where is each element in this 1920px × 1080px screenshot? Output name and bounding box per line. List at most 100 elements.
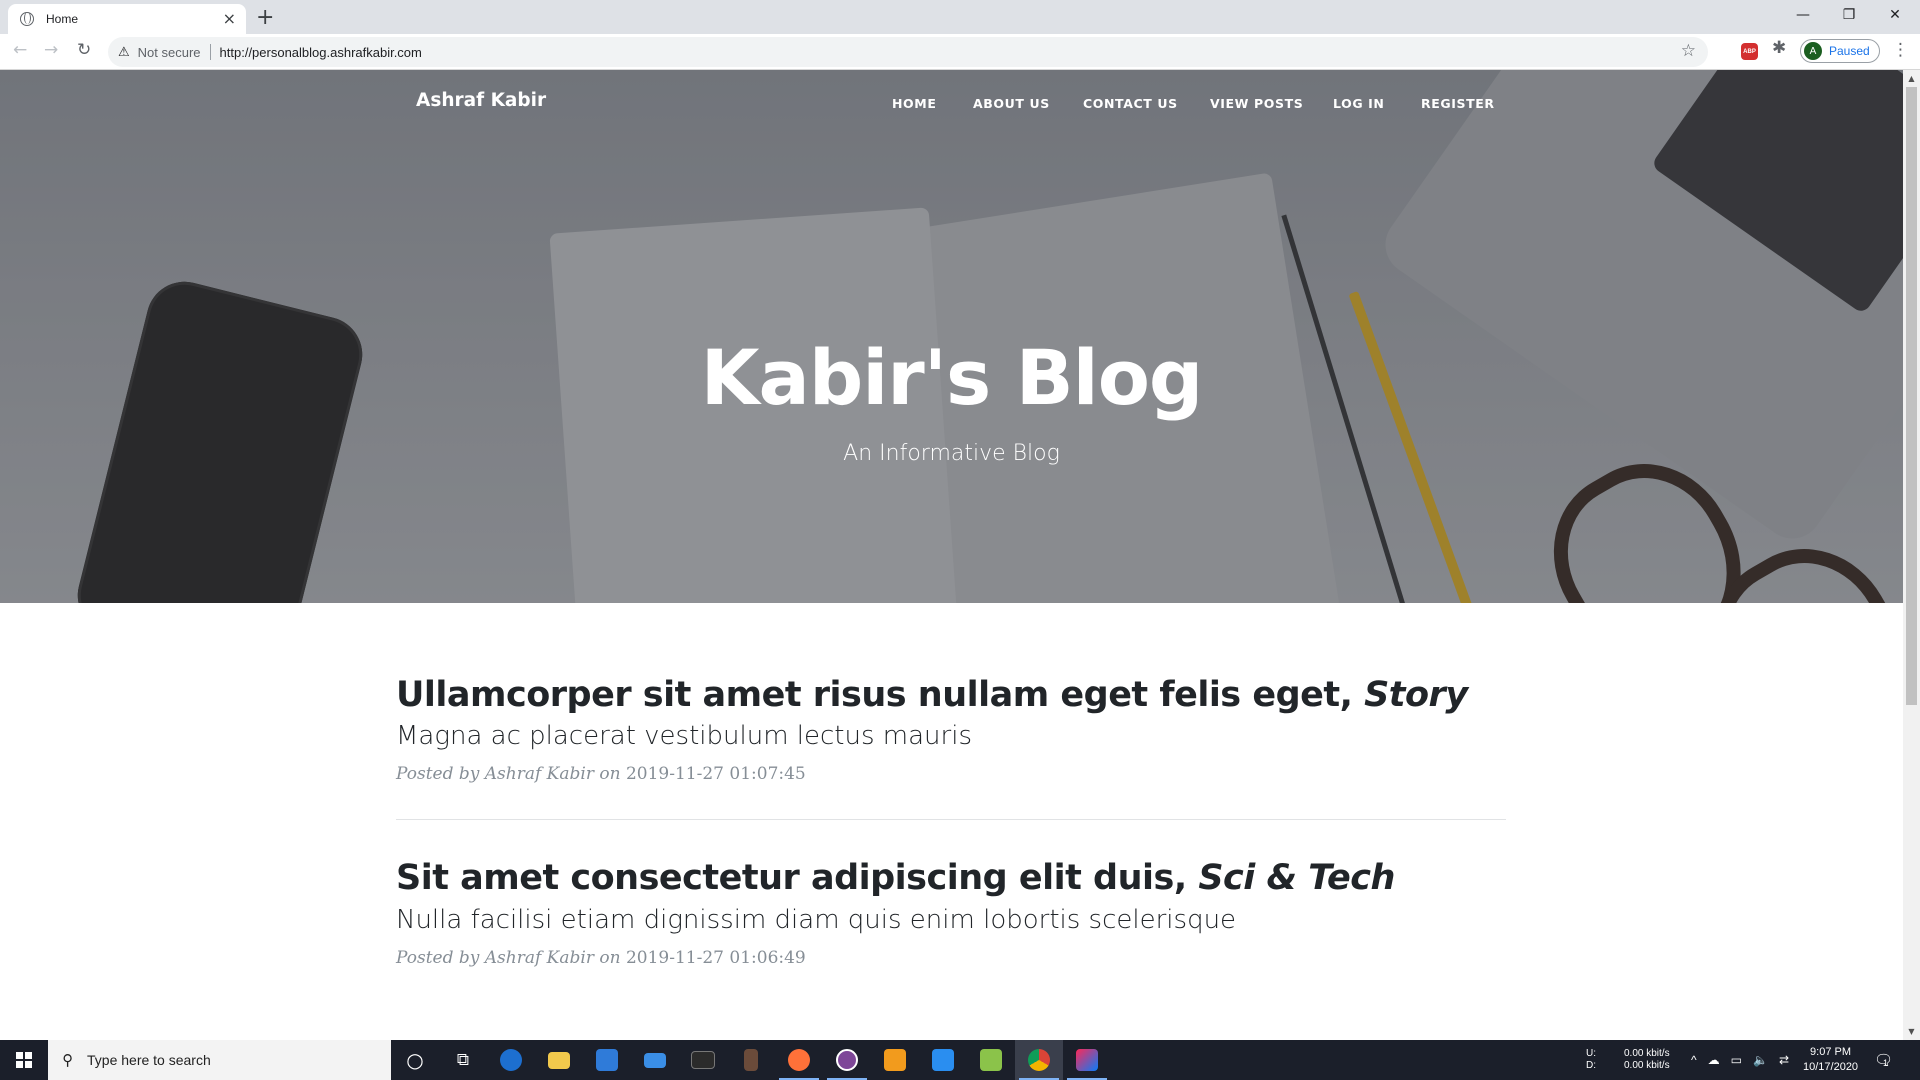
clock[interactable]: 9:07 PM 10/17/2020 [1803,1040,1858,1080]
reload-button[interactable]: ↻ [77,42,91,59]
terminal-icon [691,1051,715,1069]
forward-button[interactable]: → [44,42,58,59]
post-preview[interactable]: Ullamcorper sit amet risus nullam eget f… [396,675,1506,784]
nav-register[interactable]: REGISTER [1421,96,1495,111]
cortana-button[interactable]: ○ [391,1040,439,1080]
nav-home[interactable]: HOME [892,96,936,111]
system-tray-icons: ^ ☁ ▭ 🔈 ⇄ [1691,1040,1789,1080]
url-text[interactable]: http://personalblog.ashrafkabir.com [220,45,422,60]
nav-log-in[interactable]: LOG IN [1333,96,1384,111]
nav-about-us[interactable]: ABOUT US [973,96,1050,111]
scroll-down-arrow-icon[interactable]: ▼ [1903,1023,1920,1040]
notepad-icon [980,1049,1002,1071]
close-window-button[interactable]: ✕ [1872,0,1918,30]
taskbar-search-box[interactable]: ⚲ Type here to search [48,1040,391,1080]
mail-icon [644,1052,666,1068]
browser-menu-icon[interactable]: ⋮ [1892,42,1909,59]
post-list: Ullamcorper sit amet risus nullam eget f… [396,675,1506,968]
minimize-button[interactable]: — [1780,0,1826,30]
post-title-text[interactable]: Sit amet consectetur adipiscing elit dui… [396,858,1187,898]
puzzle-icon[interactable]: ✱ [1772,40,1786,57]
battery-icon[interactable]: ▭ [1731,1053,1742,1067]
taskbar-firefox[interactable] [775,1040,823,1080]
browser-toolbar: ← → ↻ ⚠ Not secure http://personalblog.a… [0,34,1920,70]
taskbar-notepad-plus[interactable] [967,1040,1015,1080]
nav-view-posts[interactable]: VIEW POSTS [1210,96,1303,111]
restore-button[interactable]: ❐ [1826,0,1872,30]
scroll-thumb[interactable] [1906,87,1917,705]
address-bar[interactable]: ⚠ Not secure http://personalblog.ashrafk… [108,37,1708,67]
net-down-label: D: [1586,1060,1596,1071]
omnibox-divider [209,44,211,60]
taskbar-sublime-text[interactable] [871,1040,919,1080]
post-subtitle[interactable]: Magna ac placerat vestibulum lectus maur… [396,721,1506,752]
folder-icon [548,1051,570,1069]
action-center-button[interactable]: 🗨 1 [1874,1040,1893,1080]
post-meta-author: Posted by Ashraf Kabir on [396,764,621,785]
post-title[interactable]: Ullamcorper sit amet risus nullam eget f… [396,675,1506,715]
tab-close-icon[interactable]: × [223,11,236,27]
taskbar-chrome[interactable] [1015,1040,1063,1080]
net-up-value: 0.00 kbit/s [1624,1048,1670,1059]
network-meter-values: 0.00 kbit/s 0.00 kbit/s [1624,1048,1670,1072]
scroll-up-arrow-icon[interactable]: ▲ [1903,70,1920,87]
post-meta: Posted by Ashraf Kabir on 2019-11-27 01:… [396,948,1506,968]
net-up-label: U: [1586,1048,1596,1059]
network-meter: U: D: 0.00 kbit/s 0.00 kbit/s [1586,1040,1670,1080]
taskbar-tor-browser[interactable] [823,1040,871,1080]
post-title-text[interactable]: Ullamcorper sit amet risus nullam eget f… [396,675,1353,715]
notifications-count: 1 [1883,1058,1889,1068]
masthead: Ashraf Kabir HOME ABOUT US CONTACT US VI… [0,70,1903,603]
tor-icon [836,1049,858,1071]
tab-title: Home [46,12,79,26]
browser-tab-home[interactable]: Home × [8,4,246,34]
taskbar-app[interactable] [727,1040,775,1080]
taskbar-edge[interactable] [487,1040,535,1080]
site-heading: Kabir's Blog An Informative Blog [0,333,1903,467]
clock-text: 9:07 PM 10/17/2020 [1803,1045,1858,1075]
profile-button[interactable]: A Paused [1800,39,1880,63]
post-divider [396,819,1506,821]
taskbar-store[interactable] [583,1040,631,1080]
warning-icon[interactable]: ⚠ [118,44,130,60]
windows-taskbar: ⚲ Type here to search ○ ⧉ U: D: 0.00 kbi… [0,1040,1920,1080]
volume-icon[interactable]: 🔈 [1753,1053,1768,1067]
network-icon[interactable]: ⇄ [1779,1053,1789,1067]
vscode-icon [932,1049,954,1071]
globe-icon [20,12,34,26]
clock-time: 9:07 PM [1810,1046,1852,1058]
page-scrollbar[interactable]: ▲ ▼ [1903,70,1920,1040]
security-label[interactable]: Not secure [138,45,201,60]
post-title[interactable]: Sit amet consectetur adipiscing elit dui… [396,858,1506,898]
taskbar-mail[interactable] [631,1040,679,1080]
post-meta-author: Posted by Ashraf Kabir on [396,947,621,968]
onedrive-cloud-icon[interactable]: ☁ [1708,1053,1720,1067]
start-button[interactable] [0,1040,48,1080]
browser-tab-strip: Home × + — ❐ ✕ [0,0,1920,34]
post-preview[interactable]: Sit amet consectetur adipiscing elit dui… [396,858,1506,967]
windows-logo-icon [16,1052,32,1068]
task-view-button[interactable]: ⧉ [439,1040,487,1080]
post-category[interactable]: Sci & Tech [1198,858,1395,898]
taskbar-terminal[interactable] [679,1040,727,1080]
sublime-icon [884,1049,906,1071]
nav-contact-us[interactable]: CONTACT US [1083,96,1178,111]
new-tab-button[interactable]: + [256,7,274,29]
taskbar-file-explorer[interactable] [535,1040,583,1080]
chrome-icon [1028,1049,1050,1071]
taskbar-vscode[interactable] [919,1040,967,1080]
store-icon [596,1049,618,1071]
taskbar-intellij[interactable] [1063,1040,1111,1080]
net-down-value: 0.00 kbit/s [1624,1060,1670,1071]
post-subtitle[interactable]: Nulla facilisi etiam dignissim diam quis… [396,905,1506,936]
show-hidden-icons-chevron-icon[interactable]: ^ [1691,1053,1697,1067]
firefox-icon [788,1049,810,1071]
site-title: Kabir's Blog [700,333,1204,422]
intellij-icon [1076,1049,1098,1071]
bookmark-star-icon[interactable]: ☆ [1681,42,1696,59]
post-category[interactable]: Story [1364,675,1468,715]
site-brand-link[interactable]: Ashraf Kabir [416,90,546,111]
adblock-extension-icon[interactable]: ABP [1741,43,1758,60]
page-viewport: Ashraf Kabir HOME ABOUT US CONTACT US VI… [0,70,1903,1040]
back-button[interactable]: ← [13,42,27,59]
